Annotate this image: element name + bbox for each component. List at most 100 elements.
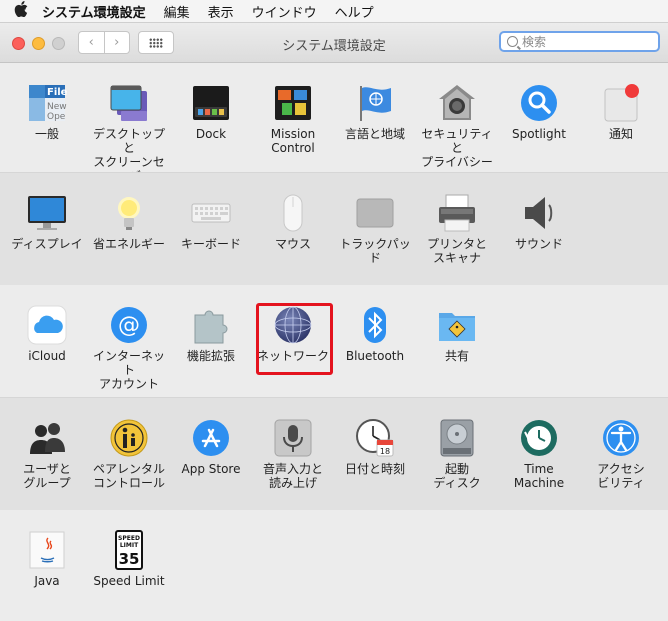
pane-label: マウス <box>274 237 311 251</box>
pane-label: 機能拡張 <box>186 349 235 363</box>
pane-users[interactable]: ユーザと グループ <box>6 418 88 490</box>
pane-bluetooth[interactable]: Bluetooth <box>334 305 416 363</box>
house-lock-icon <box>437 83 477 123</box>
pane-printer[interactable]: プリンタと スキャナ <box>416 193 498 265</box>
pane-label: Spotlight <box>512 127 566 141</box>
bluetooth-icon <box>355 305 395 345</box>
flag-icon <box>355 83 395 123</box>
pane-spotlight[interactable]: Spotlight <box>498 83 580 141</box>
pane-label: ユーザと グループ <box>23 462 71 490</box>
users-icon <box>27 418 67 458</box>
search-placeholder: 検索 <box>522 35 547 49</box>
desktop-icon <box>109 83 149 123</box>
pane-display[interactable]: ディスプレイ <box>6 193 88 251</box>
pane-label: 起動 ディスク <box>433 462 481 490</box>
pane-startup[interactable]: 起動 ディスク <box>416 418 498 490</box>
printer-icon <box>437 193 477 233</box>
shared-folder-icon <box>437 305 477 345</box>
svg-text:New: New <box>47 102 67 112</box>
svg-text:SPEED: SPEED <box>118 535 140 542</box>
menu-view[interactable]: 表示 <box>208 2 234 21</box>
pane-label: 一般 <box>34 127 59 141</box>
pane-section-0: File NewOpe 一般 デスクトップと スクリーンセーバ Dock Mission … <box>0 63 668 183</box>
svg-text:@: @ <box>118 313 140 338</box>
pane-section-4: Java SPEED LIMIT 35 Speed Limit <box>0 510 668 621</box>
menu-app-name[interactable]: システム環境設定 <box>42 2 146 21</box>
pane-section-2: iCloud @ インターネット アカウント 機能拡張 ネットワーク Bluetooth 共… <box>0 285 668 397</box>
pane-label: アクセシ ビリティ <box>597 462 645 490</box>
pane-label: 音声入力と 読み上げ <box>262 462 323 490</box>
svg-text:18: 18 <box>380 447 390 456</box>
pane-general[interactable]: File New Ope 一般 <box>6 83 88 141</box>
pane-label: iCloud <box>28 349 66 363</box>
at-sign-icon: @ <box>109 305 149 345</box>
puzzle-icon <box>191 305 231 345</box>
pane-mission[interactable]: Mission Control <box>252 83 334 155</box>
pane-speedlimit[interactable]: SPEED LIMIT 35 Speed Limit <box>88 530 170 588</box>
apple-icon[interactable] <box>0 1 42 21</box>
svg-text:35: 35 <box>119 550 140 568</box>
hard-disk-icon <box>437 418 477 458</box>
pane-language[interactable]: 言語と地域 <box>334 83 416 141</box>
pane-internet[interactable]: @ インターネット アカウント <box>88 305 170 391</box>
menu-edit[interactable]: 編集 <box>164 2 190 21</box>
pane-appstore[interactable]: App Store <box>170 418 252 476</box>
pane-label: Time Machine <box>513 462 565 490</box>
menu-help[interactable]: ヘルプ <box>335 2 374 21</box>
pane-label: トラックパッド <box>339 237 411 265</box>
keyboard-icon <box>191 193 231 233</box>
pane-label: 省エネルギー <box>92 237 165 251</box>
pane-label: 日付と時刻 <box>344 462 405 476</box>
pane-sharing[interactable]: 共有 <box>416 305 498 363</box>
menu-bar: システム環境設定 編集 表示 ウインドウ ヘルプ <box>0 0 668 23</box>
spotlight-icon <box>519 83 559 123</box>
pane-label: プリンタと スキャナ <box>426 237 487 265</box>
pane-keyboard[interactable]: キーボード <box>170 193 252 251</box>
pane-dictation[interactable]: 音声入力と 読み上げ <box>252 418 334 490</box>
clock-calendar-icon: 18 <box>355 418 395 458</box>
pane-dock[interactable]: Dock <box>170 83 252 141</box>
pane-label: ペアレンタル コントロール <box>92 462 165 490</box>
pane-label: 言語と地域 <box>344 127 405 141</box>
pane-label: ディスプレイ <box>11 237 83 251</box>
pane-label: Java <box>34 574 60 588</box>
trackpad-icon <box>355 193 395 233</box>
pane-label: サウンド <box>514 237 563 251</box>
pane-timemachine[interactable]: Time Machine <box>498 418 580 490</box>
icloud-icon <box>27 305 67 345</box>
speed-limit-sign-icon: SPEED LIMIT 35 <box>109 530 149 570</box>
pane-datetime[interactable]: 18 日付と時刻 <box>334 418 416 476</box>
pane-access[interactable]: アクセシ ビリティ <box>580 418 662 490</box>
svg-text:LIMIT: LIMIT <box>120 542 139 549</box>
title-bar: ‹ › システム環境設定 検索 <box>0 23 668 63</box>
pane-extensions[interactable]: 機能拡張 <box>170 305 252 363</box>
time-machine-icon <box>519 418 559 458</box>
pane-parental[interactable]: ペアレンタル コントロール <box>88 418 170 490</box>
dock-icon <box>191 83 231 123</box>
pane-energy[interactable]: 省エネルギー <box>88 193 170 251</box>
pane-trackpad[interactable]: トラックパッド <box>334 193 416 265</box>
pane-icloud[interactable]: iCloud <box>6 305 88 363</box>
pane-label: インターネット アカウント <box>92 349 165 391</box>
java-icon <box>27 530 67 570</box>
search-icon <box>507 36 518 47</box>
pane-label: App Store <box>181 462 241 476</box>
pane-desktop[interactable]: デスクトップと スクリーンセーバ <box>88 83 170 183</box>
pane-section-3: ユーザと グループ ペアレンタル コントロール App Store 音声入力と 読み上… <box>0 397 668 511</box>
pane-section-1: ディスプレイ 省エネルギー キーボード マウス トラックパッド プリンタと スキャナ サウン… <box>0 172 668 286</box>
pane-security[interactable]: セキュリティと プライバシー <box>416 83 498 169</box>
pane-label: Dock <box>195 127 227 141</box>
pane-label: キーボード <box>180 237 241 251</box>
menu-window[interactable]: ウインドウ <box>252 2 317 21</box>
svg-text:Ope: Ope <box>47 112 66 122</box>
search-field[interactable]: 検索 <box>499 31 660 52</box>
svg-text:File: File <box>47 87 67 98</box>
pane-mouse[interactable]: マウス <box>252 193 334 251</box>
mission-control-icon <box>273 83 313 123</box>
network-highlight-box <box>256 303 333 375</box>
parental-control-icon <box>109 418 149 458</box>
pane-sound[interactable]: サウンド <box>498 193 580 251</box>
pane-java[interactable]: Java <box>6 530 88 588</box>
pane-notify[interactable]: 通知 <box>580 83 662 141</box>
pane-label: Speed Limit <box>93 574 165 588</box>
